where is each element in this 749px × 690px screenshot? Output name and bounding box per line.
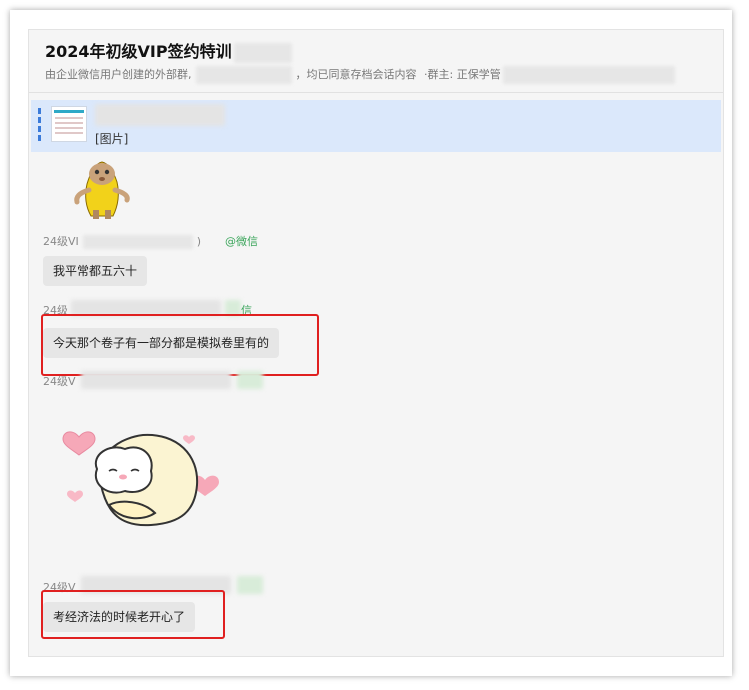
message-bubble[interactable]: 我平常都五六十	[43, 256, 148, 286]
image-thumbnail[interactable]	[51, 106, 87, 142]
quote-bar	[38, 108, 41, 142]
quoted-message[interactable]: [图片]	[31, 100, 721, 152]
sheep-with-hearts-sticker	[62, 431, 219, 527]
red-highlight-box	[41, 314, 319, 376]
group-subtitle: 由企业微信用户创建的外部群, ，均已同意存档会话内容 ·群主: 正保学管	[45, 66, 675, 84]
screenshot-frame: 2024年初级VIP签约特训 由企业微信用户创建的外部群, ，均已同意存档会话内容…	[10, 10, 732, 676]
source-redacted	[237, 371, 263, 389]
red-highlight-box	[41, 590, 225, 639]
source-redacted	[237, 576, 263, 594]
message-sender: 24级V	[43, 375, 76, 388]
chat-header: 2024年初级VIP签约特训 由企业微信用户创建的外部群, ，均已同意存档会话内容…	[29, 30, 723, 93]
chat-panel: 2024年初级VIP签约特训 由企业微信用户创建的外部群, ，均已同意存档会话内容…	[28, 29, 724, 657]
source-wechat-label: @微信	[225, 235, 258, 248]
quote-label: [图片]	[95, 132, 129, 146]
sender-redacted	[81, 371, 231, 389]
quote-sender-redacted	[95, 104, 225, 126]
group-title: 2024年初级VIP签约特训	[45, 38, 292, 63]
banana-cat-sticker	[74, 161, 130, 219]
message-sender: 24级VI)	[43, 235, 202, 249]
